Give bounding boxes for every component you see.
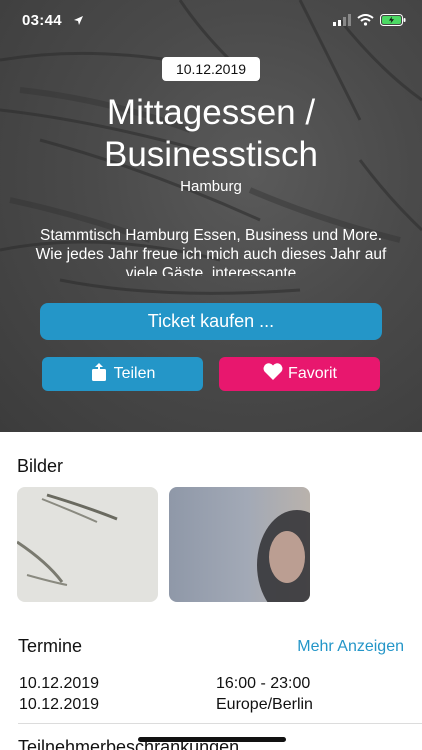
share-icon [90,362,108,387]
favorite-label: Favorit [288,365,337,382]
event-description[interactable]: Stammtisch Hamburg Essen, Business und M… [32,226,390,276]
image-portrait-shape [257,510,310,602]
signal-icon [333,13,351,31]
event-title-line-2: Businesstisch [104,135,318,174]
date-row-left: 10.12.2019 [19,696,100,713]
status-icons [333,13,406,31]
share-button[interactable]: Teilen [42,357,203,391]
event-image-thumbnail[interactable] [17,487,158,602]
date-row-left: 10.12.2019 [19,675,100,692]
section-divider [18,723,422,724]
show-more-link[interactable]: Mehr Anzeigen [297,638,404,656]
dates-section-title: Termine [18,636,83,656]
date-row-right: 16:00 - 23:00 [216,675,311,692]
status-bar: 03:44 [0,0,422,40]
share-label: Teilen [113,365,156,382]
date-row-right: Europe/Berlin [216,696,313,713]
image-leaf-shapes [17,493,118,586]
status-time: 03:44 [22,12,62,29]
event-city: Hamburg [180,178,242,195]
wifi-icon [357,13,374,31]
heart-icon [262,362,284,386]
home-indicator[interactable] [138,737,286,742]
event-image-thumbnail[interactable] [169,487,310,602]
event-title-line-1: Mittagessen / [106,93,316,132]
location-arrow-icon [73,13,84,31]
event-hero: 03:44 10.12.2019 Mittagessen / Businesst… [0,0,422,432]
event-date-badge: 10.12.2019 [162,57,260,81]
buy-ticket-button[interactable]: Ticket kaufen ... [40,303,382,340]
event-title: Mittagessen / Businesstisch [20,92,402,176]
images-section-title: Bilder [17,456,64,476]
battery-icon [380,13,406,31]
favorite-button[interactable]: Favorit [219,357,380,391]
